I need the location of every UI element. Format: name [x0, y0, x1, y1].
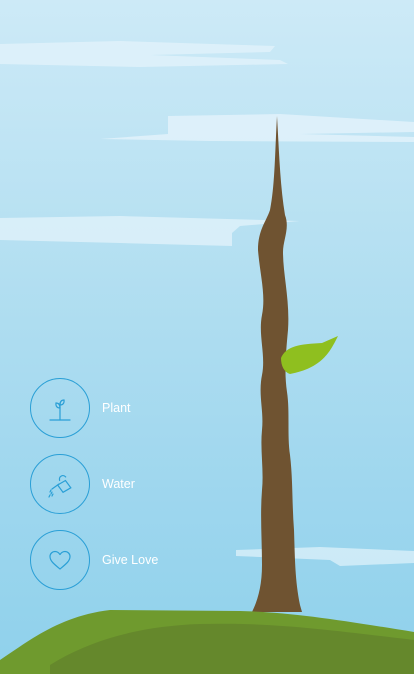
- cloud-middle: [100, 114, 414, 142]
- plant-label: Plant: [102, 401, 131, 415]
- cloud-top: [0, 41, 288, 67]
- give-love-label: Give Love: [102, 553, 159, 567]
- sprout-icon: [49, 399, 71, 421]
- plant-button[interactable]: [30, 378, 90, 438]
- cloud-left: [0, 216, 300, 246]
- plant-action[interactable]: Plant: [30, 378, 131, 438]
- leaf: [281, 336, 338, 374]
- water-label: Water: [102, 477, 135, 491]
- garden-scene: Plant Water Give Love: [0, 0, 414, 674]
- give-love-button[interactable]: [30, 530, 90, 590]
- water-action[interactable]: Water: [30, 454, 135, 514]
- watering-can-icon: [48, 475, 72, 498]
- heart-icon: [49, 550, 71, 570]
- water-button[interactable]: [30, 454, 90, 514]
- give-love-action[interactable]: Give Love: [30, 530, 158, 590]
